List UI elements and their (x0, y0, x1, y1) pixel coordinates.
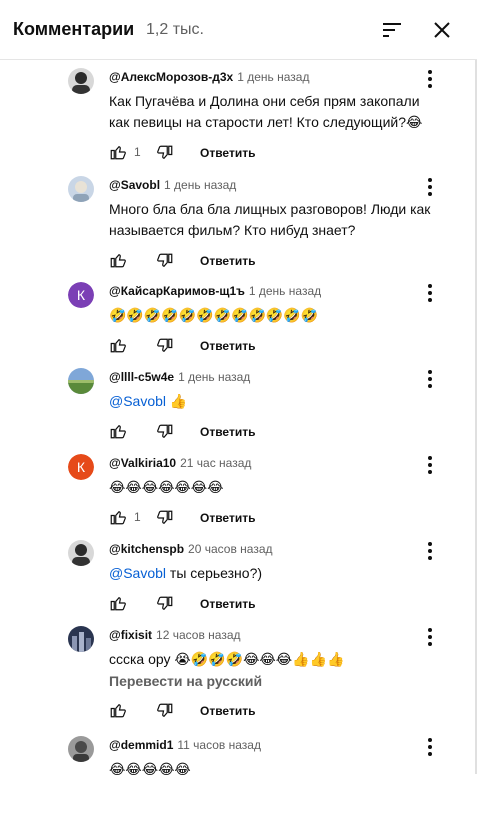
comment-text-rest: ты серьезно?) (166, 565, 263, 581)
comment-item: @АлексМорозов-д3х 1 день назад Как Пугачёв… (0, 68, 477, 160)
more-options-icon[interactable] (422, 68, 438, 90)
thumbs-up-icon[interactable] (109, 594, 127, 612)
comment-meta: @КайсарКаримов-щ1ъ 1 день назад (109, 284, 321, 298)
mention-link[interactable]: @Savobl (109, 393, 166, 409)
comment-meta: @kitchenspb 20 часов назад (109, 542, 273, 556)
thumbs-up-icon[interactable] (109, 701, 127, 719)
reply-button[interactable]: Ответить (200, 511, 255, 525)
comments-header: Комментарии 1,2 тыс. (0, 0, 477, 60)
reply-button[interactable]: Ответить (200, 704, 255, 718)
comment-line: 😂😂😂😂😂 (109, 761, 191, 777)
translate-button[interactable]: Перевести на русский (109, 673, 262, 689)
thumbs-up-icon[interactable] (109, 143, 127, 161)
comment-author[interactable]: @АлексМорозов-д3х (109, 70, 233, 84)
more-options-icon[interactable] (422, 626, 438, 648)
reply-button[interactable]: Ответить (200, 425, 255, 439)
comments-count: 1,2 тыс. (146, 21, 204, 38)
comment-text-rest: 👍 (166, 393, 188, 409)
thumbs-down-icon[interactable] (156, 595, 174, 613)
avatar-letter: К (68, 282, 94, 308)
more-options-icon[interactable] (422, 736, 438, 758)
comment-time[interactable]: 20 часов назад (188, 542, 272, 556)
avatar[interactable] (68, 626, 94, 652)
comment-line: 🤣🤣🤣🤣🤣🤣🤣🤣🤣🤣🤣🤣 (109, 307, 319, 323)
likes-count: 1 (134, 510, 141, 524)
more-options-icon[interactable] (422, 282, 438, 304)
comment-item: @demmid1 11 часов назад 😂😂😂😂😂 (0, 736, 477, 822)
comment-author[interactable]: @fixisit (109, 628, 152, 642)
comment-line: называется фильм? Кто нибуд знает? (109, 222, 356, 238)
avatar[interactable] (68, 540, 94, 566)
comment-time[interactable]: 21 час назад (180, 456, 251, 470)
thumbs-up-icon[interactable] (109, 508, 127, 526)
more-options-icon[interactable] (422, 176, 438, 198)
comment-text: 😂😂😂😂😂😂😂 (109, 477, 449, 498)
thumbs-down-icon[interactable] (156, 337, 174, 355)
reply-button[interactable]: Ответить (200, 339, 255, 353)
thumbs-down-icon[interactable] (156, 144, 174, 162)
comments-title: Комментарии (13, 19, 135, 39)
avatar[interactable] (68, 368, 94, 394)
reply-button[interactable]: Ответить (200, 146, 255, 160)
thumbs-down-icon[interactable] (156, 702, 174, 720)
thumbs-down-icon[interactable] (156, 509, 174, 527)
reply-button[interactable]: Ответить (200, 254, 255, 268)
comment-item: @kitchenspb 20 часов назад @Savobl ты серь… (0, 540, 477, 626)
comment-author[interactable]: @Savobl (109, 178, 160, 192)
comment-line: Как Пугачёва и Долина они себя прям зако… (109, 93, 420, 109)
thumbs-down-icon[interactable] (156, 252, 174, 270)
comment-line: 😂😂😂😂😂😂😂 (109, 479, 224, 495)
comment-meta: @АлексМорозов-д3х 1 день назад (109, 70, 309, 84)
avatar[interactable] (68, 68, 94, 94)
comment-author[interactable]: @Valkiria10 (109, 456, 176, 470)
thumbs-up-icon[interactable] (109, 422, 127, 440)
avatar[interactable] (68, 736, 94, 762)
comment-line: Много бла бла бла лищных разговоров! Люд… (109, 201, 431, 217)
close-icon[interactable] (430, 18, 454, 42)
comment-text: ссска ору 😭🤣🤣🤣😂😂😂👍👍👍 (109, 649, 449, 670)
avatar[interactable] (68, 176, 94, 202)
comment-item: @llll-c5w4e 1 день назад @Savobl 👍 Ответить (0, 368, 477, 454)
more-options-icon[interactable] (422, 454, 438, 476)
comment-time[interactable]: 1 день назад (237, 70, 309, 84)
comment-author[interactable]: @llll-c5w4e (109, 370, 174, 384)
comment-time[interactable]: 11 часов назад (177, 738, 261, 752)
comment-item: @fixisit 12 часов назад ссска ору 😭🤣🤣🤣😂😂😂👍… (0, 626, 477, 718)
comment-text: Много бла бла бла лищных разговоров! Люд… (109, 199, 449, 241)
thumbs-up-icon[interactable] (109, 251, 127, 269)
mention-link[interactable]: @Savobl (109, 565, 166, 581)
comment-line: как певицы на старости лет! Кто следующи… (109, 114, 423, 130)
comment-time[interactable]: 12 часов назад (156, 628, 240, 642)
avatar-letter: К (68, 454, 94, 480)
thumbs-down-icon[interactable] (156, 423, 174, 441)
sort-icon[interactable] (380, 18, 404, 42)
comment-time[interactable]: 1 день назад (164, 178, 236, 192)
comment-item: @Savobl 1 день назад Много бла бла бла лищ… (0, 176, 477, 268)
reply-button[interactable]: Ответить (200, 597, 255, 611)
comment-item: К @Valkiria10 21 час назад 😂😂😂😂😂😂😂 1 Ответить (0, 454, 477, 540)
more-options-icon[interactable] (422, 368, 438, 390)
comment-meta: @demmid1 11 часов назад (109, 738, 261, 752)
thumbs-up-icon[interactable] (109, 336, 127, 354)
more-options-icon[interactable] (422, 540, 438, 562)
comment-line: ссска ору 😭🤣🤣🤣😂😂😂👍👍👍 (109, 651, 345, 667)
comment-meta: @Savobl 1 день назад (109, 178, 236, 192)
comment-meta: @llll-c5w4e 1 день назад (109, 370, 250, 384)
likes-count: 1 (134, 145, 141, 159)
comment-item: К @КайсарКаримов-щ1ъ 1 день назад 🤣🤣🤣🤣🤣🤣🤣🤣🤣… (0, 282, 477, 368)
comment-meta: @fixisit 12 часов назад (109, 628, 241, 642)
comment-meta: @Valkiria10 21 час назад (109, 456, 251, 470)
avatar[interactable]: К (68, 454, 94, 480)
comment-author[interactable]: @kitchenspb (109, 542, 184, 556)
comment-author[interactable]: @КайсарКаримов-щ1ъ (109, 284, 245, 298)
comment-text: 😂😂😂😂😂 (109, 759, 449, 780)
comment-author[interactable]: @demmid1 (109, 738, 173, 752)
comment-text: Как Пугачёва и Долина они себя прям зако… (109, 91, 449, 133)
comment-time[interactable]: 1 день назад (178, 370, 250, 384)
comment-text: @Savobl 👍 (109, 391, 449, 412)
comment-time[interactable]: 1 день назад (249, 284, 321, 298)
avatar[interactable]: К (68, 282, 94, 308)
comment-text: 🤣🤣🤣🤣🤣🤣🤣🤣🤣🤣🤣🤣 (109, 305, 449, 326)
comment-text: @Savobl ты серьезно?) (109, 563, 449, 584)
